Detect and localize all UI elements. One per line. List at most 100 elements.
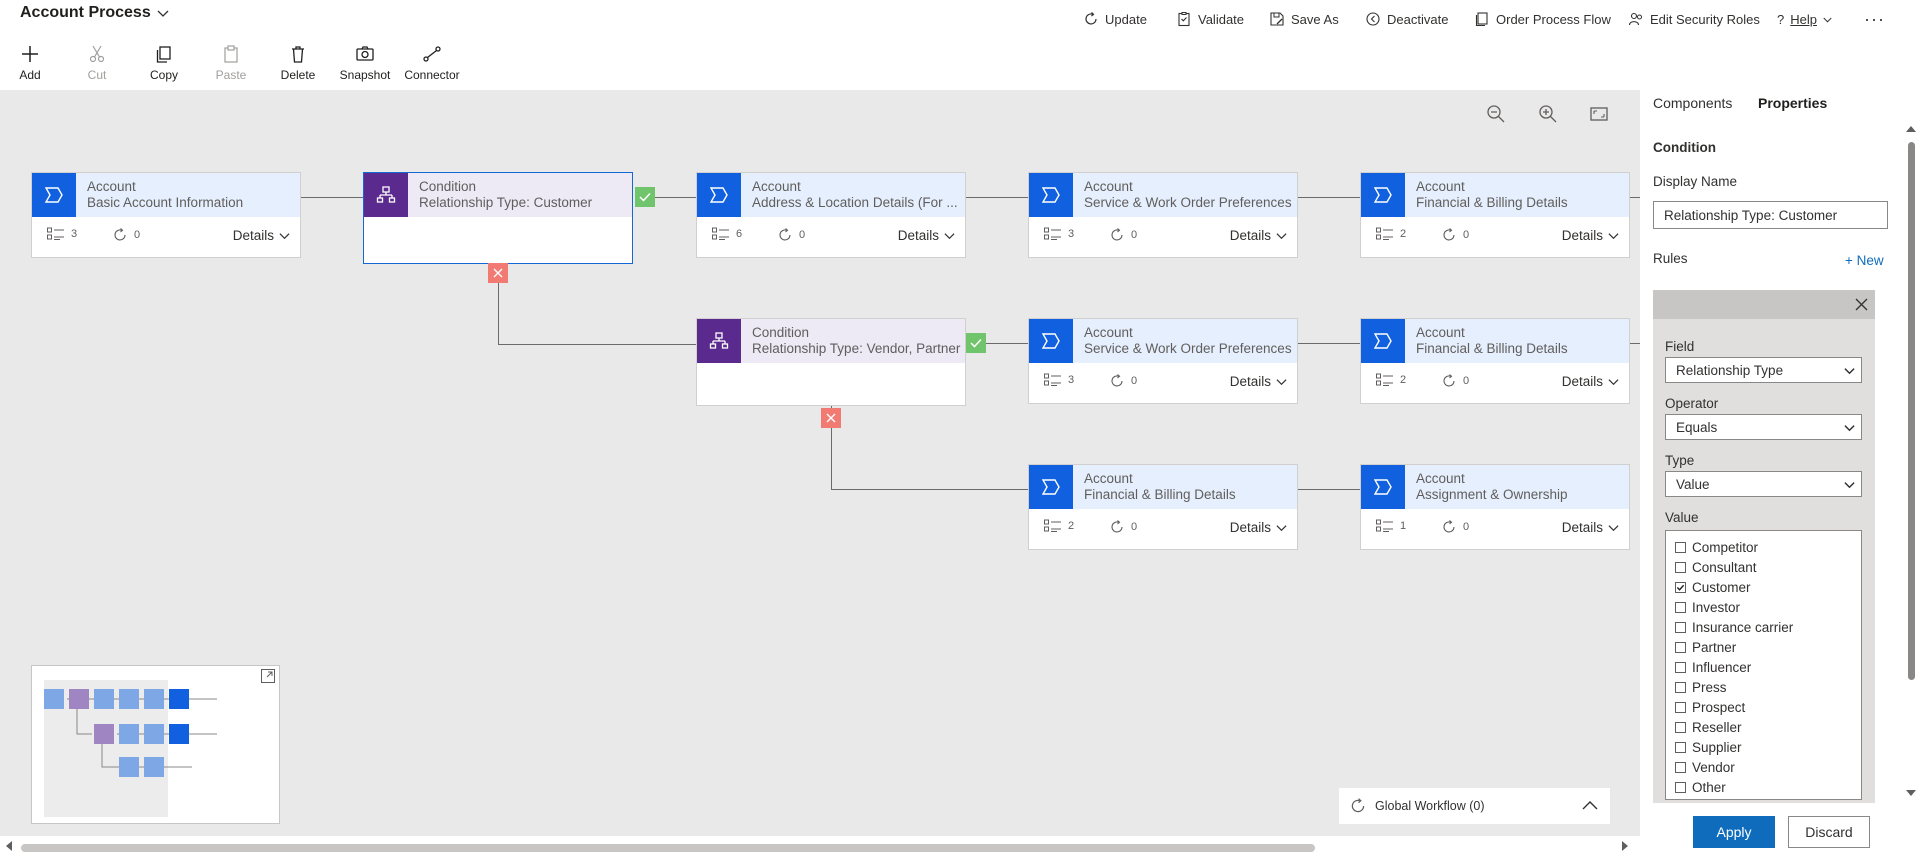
save-as-button[interactable]: Save As [1269,8,1339,30]
value-option-label: Supplier [1692,739,1742,755]
checkbox[interactable] [1675,621,1686,633]
global-workflow-panel[interactable]: Global Workflow (0) [1339,788,1610,824]
details-toggle[interactable]: Details [233,228,290,243]
value-checkbox-list[interactable]: Competitor Consultant Customer Investor Insu… [1665,530,1862,800]
value-option[interactable]: Vendor [1666,757,1861,777]
condition-true-branch[interactable] [966,333,986,353]
operator-select[interactable]: Equals [1665,414,1862,440]
zoom-out-button[interactable] [1485,103,1507,125]
condition-false-branch[interactable] [821,408,841,428]
details-label: Details [1229,228,1271,243]
add-button[interactable]: Add [0,44,60,82]
stage-node[interactable]: Account Financial & Billing Details 2 0 … [1360,172,1630,258]
horizontal-scrollbar[interactable] [0,836,1640,856]
paste-button[interactable]: Paste [201,44,261,82]
value-option[interactable]: Influencer [1666,657,1861,677]
field-select[interactable]: Relationship Type [1665,357,1862,383]
checkbox[interactable] [1675,741,1686,753]
copy-button[interactable]: Copy [134,44,194,82]
cut-button[interactable]: Cut [67,44,127,82]
delete-button[interactable]: Delete [268,44,328,82]
checkbox[interactable] [1675,781,1686,793]
update-button[interactable]: Update [1083,8,1147,30]
stage-node[interactable]: Account Financial & Billing Details 2 0 … [1028,464,1298,550]
value-option[interactable]: Other [1666,777,1861,797]
operator-label: Operator [1665,396,1719,411]
node-name: Basic Account Information [87,195,244,210]
details-toggle[interactable]: Details [1230,228,1287,243]
more-commands-button[interactable]: ··· [1864,8,1885,30]
stage-node[interactable]: Account Financial & Billing Details 2 0 … [1360,318,1630,404]
details-toggle[interactable]: Details [1562,374,1619,389]
checkbox[interactable] [1675,561,1686,573]
vertical-scrollbar-thumb[interactable] [1908,142,1915,680]
value-option[interactable]: Partner [1666,637,1861,657]
edit-security-roles-button[interactable]: Edit Security Roles [1628,8,1760,30]
process-title[interactable]: Account Process [20,4,169,22]
scroll-down-icon[interactable] [1905,788,1917,798]
zoom-in-button[interactable] [1537,103,1559,125]
checkbox[interactable] [1675,641,1686,653]
type-select[interactable]: Value [1665,471,1862,497]
details-toggle[interactable]: Details [1230,520,1287,535]
value-option-label: Consultant [1692,559,1757,575]
stage-node[interactable]: Account Service & Work Order Preferences… [1028,318,1298,404]
add-label: Add [19,68,41,82]
designer-canvas[interactable]: Account Basic Account Information 3 0 De… [0,90,1640,836]
new-rule-link[interactable]: + New [1845,253,1884,268]
scroll-right-icon[interactable] [1620,840,1630,852]
details-toggle[interactable]: Details [1230,374,1287,389]
stage-node[interactable]: Account Address & Location Details (For … [696,172,966,258]
checkbox[interactable] [1675,681,1686,693]
checkbox-checked[interactable] [1675,581,1686,593]
connector-button[interactable]: Connector [402,44,462,82]
connector-line [986,343,1028,344]
condition-false-branch[interactable] [488,263,508,283]
workflow-count: 0 [799,229,806,241]
question-icon: ? [1777,11,1785,27]
value-option[interactable]: Consultant [1666,557,1861,577]
tab-properties[interactable]: Properties [1758,95,1827,111]
apply-button[interactable]: Apply [1693,816,1775,848]
close-icon[interactable] [1854,297,1869,312]
value-option[interactable]: Press [1666,677,1861,697]
value-option[interactable]: Supplier [1666,737,1861,757]
save-as-label: Save As [1291,11,1339,27]
value-option[interactable]: Insurance carrier [1666,617,1861,637]
deactivate-button[interactable]: Deactivate [1365,8,1448,30]
order-process-flow-button[interactable]: Order Process Flow [1474,8,1611,30]
chevron-up-icon[interactable] [1582,799,1598,813]
scroll-up-icon[interactable] [1905,124,1917,134]
condition-true-branch[interactable] [635,187,655,207]
value-option[interactable]: Competitor [1666,537,1861,557]
minimap[interactable] [31,665,280,824]
value-option[interactable]: Prospect [1666,697,1861,717]
details-toggle[interactable]: Details [1562,520,1619,535]
checkbox[interactable] [1675,761,1686,773]
checkbox[interactable] [1675,601,1686,613]
fit-to-screen-button[interactable] [1588,103,1610,125]
checkbox[interactable] [1675,541,1686,553]
stage-node[interactable]: Account Service & Work Order Preferences… [1028,172,1298,258]
value-option[interactable]: Investor [1666,597,1861,617]
stage-node[interactable]: Account Basic Account Information 3 0 De… [31,172,301,258]
display-name-field[interactable] [1653,201,1888,229]
checkbox[interactable] [1675,721,1686,733]
details-toggle[interactable]: Details [898,228,955,243]
checkbox[interactable] [1675,701,1686,713]
value-option[interactable]: Reseller [1666,717,1861,737]
scroll-left-icon[interactable] [4,840,14,852]
checkbox[interactable] [1675,661,1686,673]
discard-button[interactable]: Discard [1788,816,1870,848]
value-option[interactable]: Customer [1666,577,1861,597]
snapshot-button[interactable]: Snapshot [335,44,395,82]
details-toggle[interactable]: Details [1562,228,1619,243]
stage-icon [1361,465,1405,509]
tab-components[interactable]: Components [1653,95,1732,111]
condition-node[interactable]: Condition Relationship Type: Customer [363,172,633,264]
help-button[interactable]: ? Help [1777,8,1832,30]
scrollbar-thumb[interactable] [21,844,1315,852]
stage-node[interactable]: Account Assignment & Ownership 1 0 Detai… [1360,464,1630,550]
validate-button[interactable]: Validate [1176,8,1244,30]
condition-node[interactable]: Condition Relationship Type: Vendor, Par… [696,318,966,406]
